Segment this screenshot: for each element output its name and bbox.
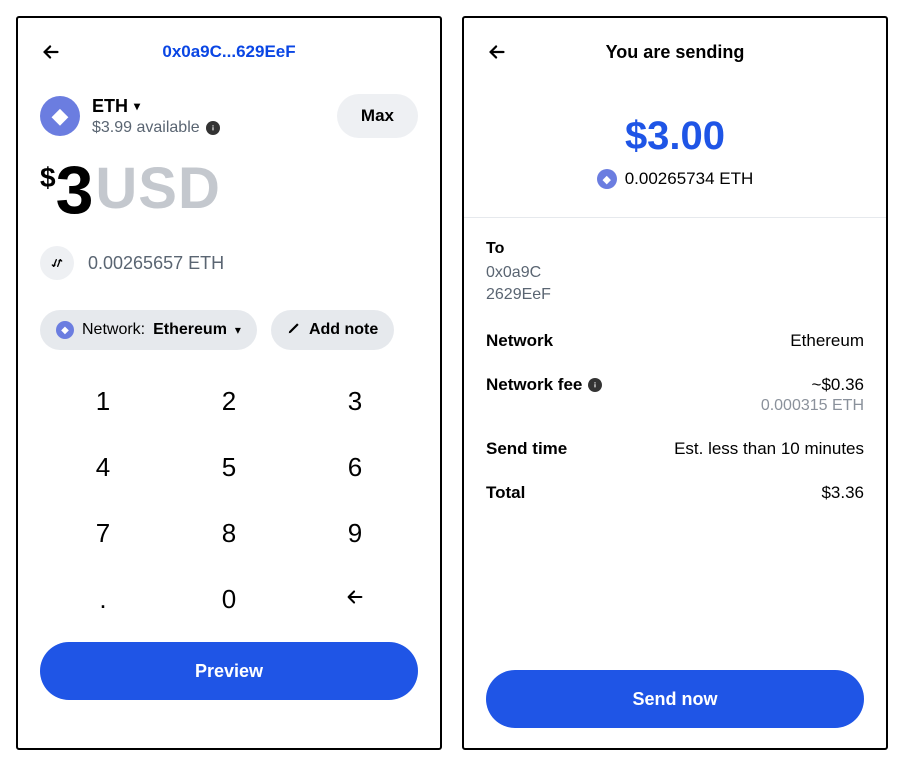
swap-icon bbox=[49, 255, 65, 271]
summary-amount: $3.00 ◆ 0.00265734 ETH bbox=[486, 114, 864, 189]
fee-label: Network fee bbox=[486, 375, 602, 395]
key-6[interactable]: 6 bbox=[292, 434, 418, 500]
chevron-down-icon: ▾ bbox=[134, 99, 140, 113]
key-7[interactable]: 7 bbox=[40, 500, 166, 566]
asset-info[interactable]: ETH ▾ $3.99 available bbox=[92, 96, 220, 137]
available-balance: $3.99 available bbox=[92, 119, 200, 137]
keypad: 1 2 3 4 5 6 7 8 9 . 0 bbox=[40, 368, 418, 632]
summary-eth: 0.00265734 ETH bbox=[625, 169, 754, 189]
to-section: To 0x0a9C 2629EeF bbox=[486, 240, 864, 307]
key-backspace[interactable] bbox=[292, 566, 418, 632]
key-3[interactable]: 3 bbox=[292, 368, 418, 434]
currency-symbol: $ bbox=[40, 162, 56, 194]
header: You are sending bbox=[486, 38, 864, 66]
network-prefix: Network: bbox=[82, 321, 145, 339]
page-title: You are sending bbox=[606, 42, 745, 63]
asset-symbol: ETH bbox=[92, 96, 128, 117]
arrow-left-icon bbox=[40, 41, 62, 63]
pencil-icon bbox=[287, 321, 301, 340]
key-9[interactable]: 9 bbox=[292, 500, 418, 566]
summary-eth-line: ◆ 0.00265734 ETH bbox=[486, 169, 864, 189]
header: 0x0a9C...629EeF bbox=[40, 38, 418, 66]
network-value: Ethereum bbox=[790, 331, 864, 351]
to-label: To bbox=[486, 240, 864, 258]
fee-value: ~$0.36 0.000315 ETH bbox=[761, 375, 864, 415]
send-confirm-screen: You are sending $3.00 ◆ 0.00265734 ETH T… bbox=[462, 16, 888, 750]
key-dot[interactable]: . bbox=[40, 566, 166, 632]
back-button[interactable] bbox=[40, 41, 62, 63]
info-icon[interactable] bbox=[206, 121, 220, 135]
arrow-left-icon bbox=[486, 41, 508, 63]
asset-row: ◆ ETH ▾ $3.99 available Max bbox=[40, 94, 418, 138]
total-label: Total bbox=[486, 483, 525, 503]
total-value: $3.36 bbox=[821, 483, 864, 503]
arrow-left-icon bbox=[344, 586, 366, 608]
key-1[interactable]: 1 bbox=[40, 368, 166, 434]
max-button[interactable]: Max bbox=[337, 94, 418, 138]
add-note-button[interactable]: Add note bbox=[271, 310, 394, 350]
network-label: Network bbox=[486, 331, 553, 351]
add-note-label: Add note bbox=[309, 321, 378, 339]
details-list: To 0x0a9C 2629EeF Network Ethereum Netwo… bbox=[486, 240, 864, 503]
network-fee-row: Network fee ~$0.36 0.000315 ETH bbox=[486, 375, 864, 415]
to-address: 0x0a9C 2629EeF bbox=[486, 262, 864, 307]
key-0[interactable]: 0 bbox=[166, 566, 292, 632]
network-selector[interactable]: ◆ Network: Ethereum ▾ bbox=[40, 310, 257, 350]
available-row: $3.99 available bbox=[92, 119, 220, 137]
info-icon[interactable] bbox=[588, 378, 602, 392]
summary-usd: $3.00 bbox=[486, 114, 864, 159]
conversion-row: 0.00265657 ETH bbox=[40, 246, 418, 280]
asset-symbol-row: ETH ▾ bbox=[92, 96, 220, 117]
back-button[interactable] bbox=[486, 41, 508, 63]
swap-currency-button[interactable] bbox=[40, 246, 74, 280]
conversion-value: 0.00265657 ETH bbox=[88, 253, 224, 274]
recipient-address-short: 0x0a9C...629EeF bbox=[40, 42, 418, 62]
preview-button[interactable]: Preview bbox=[40, 642, 418, 700]
send-time-value: Est. less than 10 minutes bbox=[674, 439, 864, 459]
amount-value: 3 bbox=[56, 156, 92, 224]
send-time-label: Send time bbox=[486, 439, 567, 459]
eth-mini-icon: ◆ bbox=[597, 169, 617, 189]
send-now-button[interactable]: Send now bbox=[486, 670, 864, 728]
key-4[interactable]: 4 bbox=[40, 434, 166, 500]
key-5[interactable]: 5 bbox=[166, 434, 292, 500]
eth-mini-icon: ◆ bbox=[56, 321, 74, 339]
amount-display: $ 3 USD bbox=[40, 156, 418, 224]
divider bbox=[464, 217, 886, 218]
send-amount-screen: 0x0a9C...629EeF ◆ ETH ▾ $3.99 available … bbox=[16, 16, 442, 750]
pill-row: ◆ Network: Ethereum ▾ Add note bbox=[40, 310, 418, 350]
network-name: Ethereum bbox=[153, 321, 227, 339]
network-row: Network Ethereum bbox=[486, 331, 864, 351]
chevron-down-icon: ▾ bbox=[235, 323, 241, 337]
key-8[interactable]: 8 bbox=[166, 500, 292, 566]
amount-currency: USD bbox=[95, 156, 220, 223]
eth-icon: ◆ bbox=[40, 96, 80, 136]
send-time-row: Send time Est. less than 10 minutes bbox=[486, 439, 864, 459]
key-2[interactable]: 2 bbox=[166, 368, 292, 434]
total-row: Total $3.36 bbox=[486, 483, 864, 503]
